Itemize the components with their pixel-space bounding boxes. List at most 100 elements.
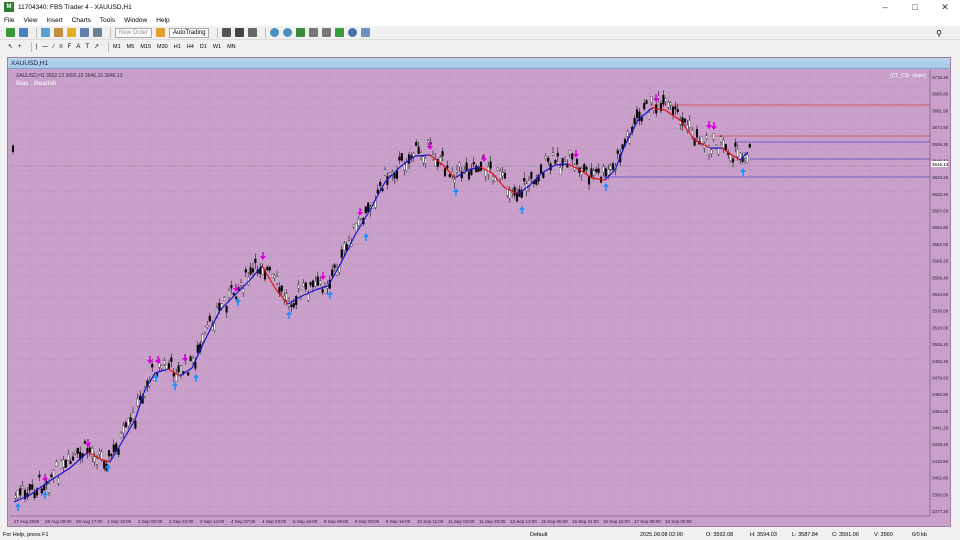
arrows-icon[interactable]: ↗ (94, 43, 99, 50)
candle-body (273, 275, 276, 279)
fibonacci-icon[interactable]: F (68, 44, 72, 50)
sell-arrow-stem (575, 150, 577, 154)
separator (110, 27, 111, 38)
time-tick-label: 12 Sep 13:00 (510, 519, 537, 524)
minimize-icon[interactable]: – (870, 0, 900, 14)
timeframe-h4[interactable]: H4 (187, 44, 194, 50)
candle-body (151, 364, 154, 368)
strategy-tester-icon[interactable] (93, 28, 102, 37)
close-icon[interactable]: ✕ (930, 0, 960, 14)
candle-body (477, 167, 480, 172)
menu-help[interactable]: Help (156, 17, 169, 24)
candle-body (179, 365, 183, 375)
periods-icon[interactable] (348, 28, 358, 37)
trendline-icon[interactable]: ∕ (53, 44, 54, 50)
time-tick-label: 5 Sep 16:00 (293, 519, 318, 524)
tile-windows-icon[interactable] (296, 28, 306, 37)
horizontal-line-icon[interactable]: — (42, 44, 48, 50)
candle-body (448, 174, 451, 178)
chart-shift-icon[interactable] (309, 28, 319, 37)
meta-editor-icon[interactable] (156, 28, 166, 37)
candle-body (266, 266, 269, 271)
candle-body (88, 447, 91, 453)
menu-tools[interactable]: Tools (100, 17, 115, 24)
chart-background (10, 70, 948, 526)
label-icon[interactable]: T (85, 44, 89, 50)
timeframe-d1[interactable]: D1 (200, 44, 207, 50)
candle-body (383, 169, 387, 176)
candle-body (367, 202, 370, 212)
data-window-icon[interactable] (54, 28, 63, 37)
candle-body (472, 162, 475, 165)
candle-body (165, 364, 168, 372)
terminal-icon[interactable] (80, 28, 89, 37)
chart-window[interactable]: XAUUSD,H1 3719.20 3695.80 3681.90 3672.60 36… (7, 57, 951, 527)
maximize-icon[interactable]: □ (900, 0, 930, 14)
buy-arrow-stem (174, 386, 176, 390)
menu-file[interactable]: File (4, 17, 14, 24)
time-tick-label: 28 Aug 09:00 (45, 519, 72, 524)
timeframe-m30[interactable]: M30 (157, 44, 168, 50)
menu-insert[interactable]: Insert (46, 17, 62, 24)
candle-body (446, 165, 449, 169)
cursor-icon[interactable]: ↖ (8, 43, 13, 50)
templates-icon[interactable] (361, 28, 371, 37)
indicators-icon[interactable] (335, 28, 345, 37)
candle-body (455, 169, 459, 173)
zoom-in-icon[interactable] (270, 28, 280, 37)
candlestick-icon[interactable] (235, 28, 245, 37)
line-chart-icon[interactable] (248, 28, 258, 37)
candle-body (160, 365, 163, 369)
time-tick-label: 3 Sep 14:00 (200, 519, 225, 524)
market-watch-icon[interactable] (41, 28, 50, 37)
candle-body (539, 164, 543, 174)
current-price-label: 3646.13 (932, 162, 948, 167)
menu-view[interactable]: View (23, 17, 37, 24)
candle-body (134, 420, 137, 429)
candle-body (496, 167, 499, 171)
candle-body (227, 290, 231, 298)
vertical-line-icon[interactable]: | (36, 44, 38, 50)
text-icon[interactable]: A (76, 44, 80, 50)
price-tick-label: 3659.30 (932, 142, 948, 147)
candle-body (544, 156, 547, 159)
search-icon[interactable]: ⚲ (936, 29, 942, 38)
navigator-icon[interactable] (67, 28, 76, 37)
candle-body (695, 129, 699, 138)
candle-body (28, 484, 31, 491)
candle-body (664, 97, 667, 102)
chart-window-title: XAUUSD,H1 (11, 59, 49, 67)
zoom-out-icon[interactable] (283, 28, 293, 37)
auto-trading-button[interactable]: AutoTrading (169, 27, 210, 38)
channel-icon[interactable]: ≡ (59, 44, 63, 50)
timeframe-m1[interactable]: M1 (113, 44, 121, 50)
standard-toolbar: New Order AutoTrading (0, 26, 960, 40)
candle-body (379, 182, 382, 186)
new-order-button[interactable]: New Order (115, 27, 153, 38)
new-chart-icon[interactable] (6, 28, 15, 37)
price-tick-label: 3556.40 (932, 275, 948, 280)
timeframe-h1[interactable]: H1 (174, 44, 181, 50)
timeframe-m5[interactable]: M5 (127, 44, 135, 50)
profiles-icon[interactable] (19, 28, 28, 37)
timeframe-mn[interactable]: MN (227, 44, 236, 50)
chart-window-titlebar[interactable]: XAUUSD,H1 (8, 58, 950, 69)
auto-scroll-icon[interactable] (322, 28, 332, 37)
candle-body (189, 356, 192, 362)
crosshair-icon[interactable]: + (18, 44, 22, 50)
menu-window[interactable]: Window (124, 17, 147, 24)
timeframe-m15[interactable]: M15 (140, 44, 151, 50)
menu-charts[interactable]: Charts (72, 17, 91, 24)
price-chart[interactable]: 3719.20 3695.80 3681.90 3672.60 3659.30 3646.… (10, 70, 948, 526)
candle-body (616, 150, 619, 154)
candle-body (242, 288, 245, 293)
candle-body (71, 456, 75, 461)
candle-body (491, 176, 495, 181)
candle-body (203, 326, 207, 333)
buy-arrow-stem (329, 295, 331, 299)
candle-body (398, 156, 401, 161)
candle-body (465, 162, 468, 171)
candle-body (484, 170, 487, 177)
timeframe-w1[interactable]: W1 (213, 44, 221, 50)
bar-chart-icon[interactable] (222, 28, 232, 37)
